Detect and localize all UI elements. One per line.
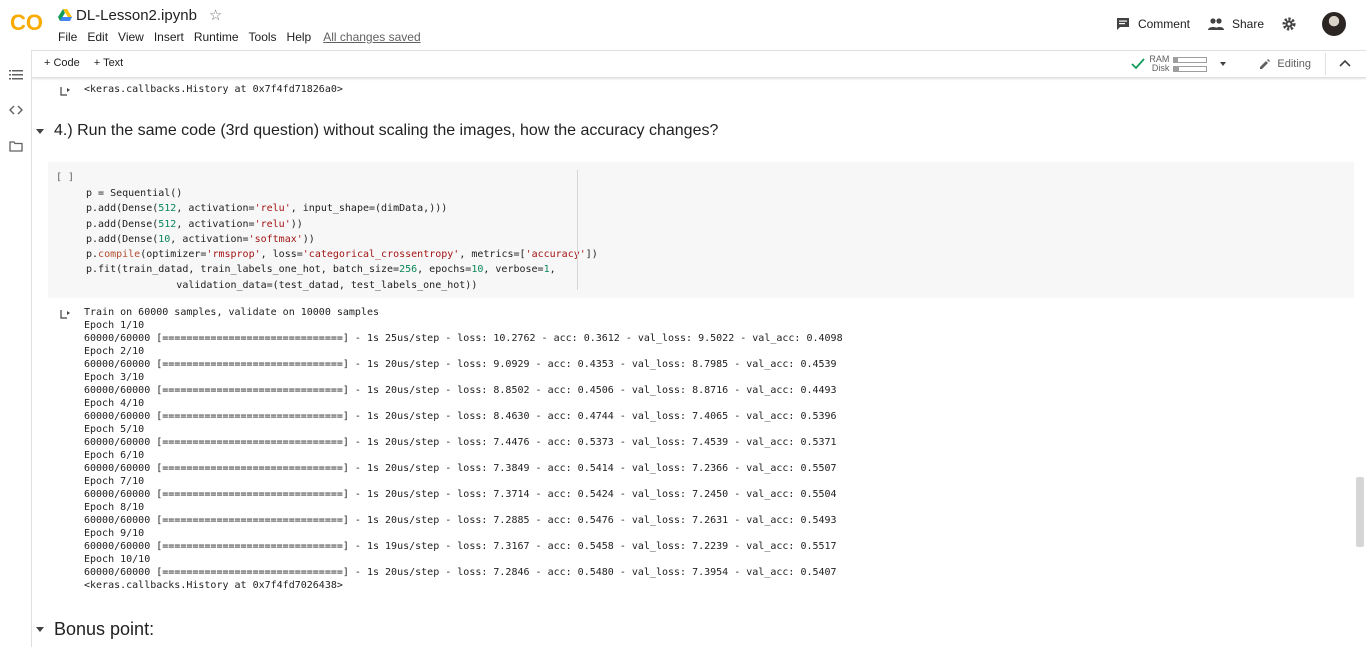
code-editor[interactable]: p = Sequential() p.add(Dense(512, activat… bbox=[86, 186, 598, 293]
collapse-caret-icon[interactable] bbox=[36, 627, 44, 632]
editing-mode-button[interactable]: Editing bbox=[1259, 53, 1326, 75]
output-line: 60000/60000 [===========================… bbox=[84, 437, 837, 448]
disk-bar bbox=[1173, 65, 1208, 72]
comment-label: Comment bbox=[1137, 17, 1190, 31]
menu-file[interactable]: File bbox=[58, 30, 77, 44]
bonus-heading[interactable]: Bonus point: bbox=[36, 619, 154, 640]
output-icon[interactable] bbox=[60, 309, 72, 319]
menu-insert[interactable]: Insert bbox=[154, 30, 184, 44]
output-line: 60000/60000 [===========================… bbox=[84, 333, 843, 344]
menu-runtime[interactable]: Runtime bbox=[194, 30, 239, 44]
run-cell-button[interactable]: [ ] bbox=[56, 172, 74, 183]
gear-icon bbox=[1282, 17, 1296, 31]
output-line: Epoch 9/10 bbox=[84, 528, 145, 539]
menu-tools[interactable]: Tools bbox=[249, 30, 277, 44]
check-icon bbox=[1131, 58, 1146, 70]
previous-output-line: <keras.callbacks.History at 0x7f4fd71826… bbox=[84, 84, 343, 95]
app-header: CO DL-Lesson2.ipynb ☆ File Edit View Ins… bbox=[0, 0, 1366, 50]
comment-icon bbox=[1116, 18, 1129, 30]
output-line: Epoch 5/10 bbox=[84, 424, 145, 435]
code-line: p.add(Dense(512, activation='relu')) bbox=[86, 218, 303, 230]
code-snippets-icon[interactable] bbox=[9, 103, 23, 117]
output-line: 60000/60000 [===========================… bbox=[84, 515, 837, 526]
editor-ruler bbox=[577, 170, 578, 290]
notebook-content: <keras.callbacks.History at 0x7f4fd71826… bbox=[32, 79, 1354, 647]
output-line: Epoch 4/10 bbox=[84, 398, 145, 409]
ram-bar-fill bbox=[1174, 57, 1179, 62]
output-line: Epoch 2/10 bbox=[84, 346, 145, 357]
output-line: 60000/60000 [===========================… bbox=[84, 385, 837, 396]
section-4-title: 4.) Run the same code (3rd question) wit… bbox=[54, 122, 719, 139]
add-text-button[interactable]: + Text bbox=[94, 57, 123, 69]
output-line: Epoch 3/10 bbox=[84, 372, 145, 383]
bonus-title: Bonus point: bbox=[54, 619, 155, 639]
output-line: <keras.callbacks.History at 0x7f4fd70264… bbox=[84, 580, 343, 591]
cell-output: Train on 60000 samples, validate on 1000… bbox=[84, 306, 843, 592]
scrollbar-thumb[interactable] bbox=[1356, 477, 1364, 547]
code-line: p.compile(optimizer='rmsprop', loss='cat… bbox=[86, 249, 598, 261]
comment-button[interactable]: Comment bbox=[1116, 17, 1190, 31]
code-line: p.fit(train_datad, train_labels_one_hot,… bbox=[86, 264, 556, 276]
code-line: p.add(Dense(512, activation='relu', inpu… bbox=[86, 203, 448, 215]
menu-help[interactable]: Help bbox=[287, 30, 312, 44]
menu-bar: File Edit View Insert Runtime Tools Help… bbox=[58, 30, 431, 44]
code-line: p = Sequential() bbox=[86, 188, 183, 199]
disk-label: Disk bbox=[1151, 63, 1170, 73]
share-button[interactable]: Share bbox=[1207, 17, 1264, 31]
editing-label: Editing bbox=[1277, 58, 1311, 70]
output-line: Epoch 8/10 bbox=[84, 502, 145, 513]
output-line: 60000/60000 [===========================… bbox=[84, 567, 837, 578]
output-line: Epoch 1/10 bbox=[84, 320, 145, 331]
add-code-button[interactable]: + Code bbox=[44, 57, 80, 69]
notebook-toolbar: + Code + Text RAM Disk Editing bbox=[32, 50, 1366, 78]
disk-bar-fill bbox=[1174, 66, 1180, 71]
output-line: Epoch 10/10 bbox=[84, 554, 151, 565]
ram-bar bbox=[1173, 56, 1208, 63]
output-line: Train on 60000 samples, validate on 1000… bbox=[84, 307, 380, 318]
output-icon[interactable] bbox=[60, 86, 72, 96]
dropdown-icon[interactable] bbox=[1215, 59, 1231, 69]
code-cell[interactable]: [ ] p = Sequential() p.add(Dense(512, act… bbox=[48, 162, 1354, 298]
collapse-caret-icon[interactable] bbox=[36, 128, 44, 134]
code-line: p.add(Dense(10, activation='softmax')) bbox=[86, 233, 315, 245]
share-label: Share bbox=[1231, 17, 1264, 31]
output-line: 60000/60000 [===========================… bbox=[84, 463, 837, 474]
left-sidebar-rail bbox=[0, 50, 32, 647]
doc-title-row: DL-Lesson2.ipynb ☆ bbox=[58, 5, 222, 25]
pencil-icon bbox=[1260, 59, 1271, 69]
table-of-contents-icon[interactable] bbox=[9, 68, 23, 82]
menu-edit[interactable]: Edit bbox=[87, 30, 108, 44]
star-icon[interactable]: ☆ bbox=[209, 6, 222, 24]
svg-text:CO: CO bbox=[10, 10, 43, 35]
code-line: validation_data=(test_datad, test_labels… bbox=[86, 279, 478, 291]
doc-title[interactable]: DL-Lesson2.ipynb bbox=[76, 7, 197, 24]
output-line: 60000/60000 [===========================… bbox=[84, 541, 837, 552]
output-line: 60000/60000 [===========================… bbox=[84, 411, 837, 422]
folder-icon[interactable] bbox=[9, 139, 23, 153]
section-4-heading[interactable]: 4.) Run the same code (3rd question) wit… bbox=[36, 122, 718, 140]
output-line: 60000/60000 [===========================… bbox=[84, 359, 837, 370]
colab-logo[interactable]: CO bbox=[10, 8, 50, 36]
drive-icon bbox=[58, 9, 72, 21]
header-actions: Comment Share bbox=[1116, 12, 1346, 36]
output-line: Epoch 7/10 bbox=[84, 476, 145, 487]
menu-view[interactable]: View bbox=[118, 30, 144, 44]
output-line: Epoch 6/10 bbox=[84, 450, 145, 461]
collapse-header-icon[interactable] bbox=[1338, 59, 1352, 69]
settings-button[interactable] bbox=[1282, 17, 1304, 31]
avatar[interactable] bbox=[1322, 12, 1346, 36]
save-status-link[interactable]: All changes saved bbox=[323, 30, 420, 44]
resources-indicator[interactable]: RAM Disk bbox=[1131, 55, 1231, 73]
output-line: 60000/60000 [===========================… bbox=[84, 489, 837, 500]
people-icon bbox=[1207, 18, 1224, 30]
